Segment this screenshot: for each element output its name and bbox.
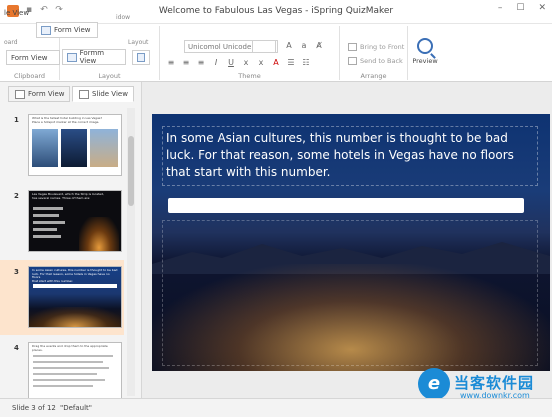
slide-number: 4 [14,344,19,352]
strip-image [79,217,119,251]
slide-counter: Slide 3 of 12 [12,404,56,412]
maximize-icon[interactable]: ☐ [516,3,524,13]
slide-view-ribbon-button[interactable] [132,50,150,65]
tab-form-view[interactable]: Form View [8,86,70,102]
option-line [33,214,59,217]
slides-panel: Form View Slide View 1 What is the talle… [0,82,142,398]
form-view-ghost-icon [41,25,51,35]
arrange-group: Arrange [340,26,408,80]
hotel-image [61,129,87,167]
window-controls: – ☐ ✕ [498,3,546,13]
slide-thumbnail[interactable]: In some Asian cultures, this number is t… [28,266,122,328]
thumbnail-scrollbar[interactable] [127,108,135,396]
title-bar: ▪ ↶ ↷ Welcome to Fabulous Las Vegas - iS… [0,0,552,24]
text-line [33,355,113,357]
send-to-back-icon [348,57,357,65]
layout-ghost: Layout [128,38,149,46]
text-line [33,367,109,369]
clipboard-label: Clipboard [13,72,46,80]
close-icon[interactable]: ✕ [538,3,546,13]
preview-icon [417,38,433,54]
clipboard-ghost: oard [4,38,18,46]
slide-question-text[interactable]: In some Asian cultures, this number is t… [166,130,532,181]
hotel-image [32,129,58,167]
text-line [33,373,97,375]
text-line [33,379,105,381]
image-placeholder-frame[interactable] [162,220,538,366]
slide-canvas-area: In some Asian cultures, this number is t… [142,82,552,398]
watermark-logo-icon: e [418,368,450,400]
slide-view-ribbon-icon [137,53,145,62]
window-title: Welcome to Fabulous Las Vegas - iSpring … [158,6,394,16]
answer-input-field[interactable] [168,198,524,213]
form-view-ghost-tab[interactable]: Form View [36,22,98,38]
minimize-icon[interactable]: – [498,3,503,13]
option-line [33,221,65,224]
slide-number: 3 [14,268,19,276]
slide-thumbnail-list: 1 What is the tallest hotel building in … [0,108,124,398]
option-line [33,228,57,231]
slide-view-icon [79,89,89,99]
slide-number: 1 [14,116,19,124]
tab-slide-view[interactable]: Slide View [72,86,134,102]
status-bar: Slide 3 of 12 "Default" [0,398,552,417]
text-line [33,385,93,387]
city-image-thumb [29,307,121,327]
slide-thumbnail[interactable]: Las Vegas Boulevard, which the Strip is … [28,190,122,252]
scrollbar-thumb[interactable] [128,136,134,206]
slide-thumbnail-row[interactable]: 2 Las Vegas Boulevard, which the Strip i… [0,184,124,259]
preview-button[interactable]: Preview [412,38,438,65]
view-tabs: Form View Slide View [8,86,134,102]
arrange-label: Arrange [360,72,387,80]
theme-name: "Default" [60,404,93,412]
slide-thumbnail[interactable]: Drag the events and drop them to the app… [28,342,122,398]
send-to-back-button[interactable]: Send to Back [348,57,403,65]
option-line [33,207,63,210]
theme-group: Theme [160,26,340,80]
option-list [33,207,71,247]
bring-to-front-icon [348,43,357,51]
layout-label: Layout [98,72,121,80]
form-view-icon [15,89,25,99]
theme-label: Theme [238,72,261,80]
watermark-text: 当客软件园 [454,374,535,392]
window-tab-ghost[interactable]: idow [112,12,134,22]
hotel-image [90,129,118,167]
slide-canvas: In some Asian cultures, this number is t… [152,114,550,371]
slide-thumbnail[interactable]: What is the tallest hotel building in La… [28,114,122,176]
bring-to-front-button[interactable]: Bring to Front [348,43,404,51]
formm-view-icon [67,52,77,62]
formm-view-button[interactable]: Formm View [62,49,126,65]
file-tab-ghost[interactable]: le View [0,6,46,20]
answer-field-thumb [33,284,117,288]
drag-drop-lines [33,355,117,398]
form-view-button[interactable]: Form View [6,50,60,65]
slide-thumbnail-row-selected[interactable]: 3 In some Asian cultures, this number is… [0,260,124,335]
slide-thumbnail-row[interactable]: 1 What is the tallest hotel building in … [0,108,124,183]
slide-thumbnail-row[interactable]: 4 Drag the events and drop them to the a… [0,336,124,398]
text-line [33,361,103,363]
option-line [33,235,61,238]
slide-number: 2 [14,192,19,200]
